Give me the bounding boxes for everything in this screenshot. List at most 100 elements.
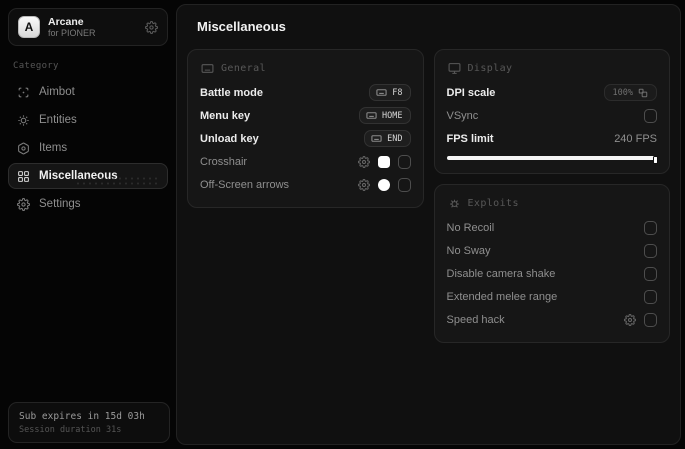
fps-limit-value: 240 FPS bbox=[614, 132, 657, 145]
right-column: Display DPI scale 100% VSync FPS limit 2… bbox=[433, 49, 670, 343]
vsync-row: VSync bbox=[446, 104, 657, 127]
no-recoil-label: No Recoil bbox=[446, 221, 495, 234]
page-title: Miscellaneous bbox=[197, 19, 286, 34]
disable-camera-shake-label: Disable camera shake bbox=[446, 267, 556, 280]
app-name: Arcane bbox=[48, 15, 84, 28]
sidebar-item-label: Miscellaneous bbox=[39, 170, 118, 182]
unload-key-key-label: END bbox=[387, 133, 403, 144]
sidebar: A Arcane for PIONER Category Aimbot Enti… bbox=[0, 0, 176, 449]
exploits-card-header: Exploits bbox=[448, 197, 658, 210]
monitor-icon bbox=[448, 62, 461, 75]
keyboard-icon bbox=[376, 87, 387, 98]
sidebar-item-items[interactable]: Items bbox=[8, 135, 168, 161]
fps-limit-label: FPS limit bbox=[446, 132, 494, 145]
sidebar-nav: Aimbot Entities Items Miscellaneous Sett… bbox=[8, 79, 168, 217]
exploits-card: Exploits No Recoil No Sway Disable camer… bbox=[433, 184, 670, 343]
exploits-card-title: Exploits bbox=[467, 198, 519, 209]
speed-hack-controls bbox=[624, 312, 657, 327]
vsync-label: VSync bbox=[446, 109, 479, 122]
bug-icon bbox=[448, 197, 461, 210]
keyboard-icon bbox=[201, 62, 214, 75]
crosshair-label: Crosshair bbox=[200, 155, 248, 168]
disable-camera-shake-checkbox[interactable] bbox=[644, 266, 657, 281]
settings-gear-icon[interactable] bbox=[145, 20, 158, 34]
sidebar-item-settings[interactable]: Settings bbox=[8, 191, 168, 217]
offscreen-arrows-row: Off-Screen arrows bbox=[200, 173, 411, 196]
offscreen-arrows-checkbox[interactable] bbox=[397, 177, 411, 192]
no-sway-label: No Sway bbox=[446, 244, 491, 257]
crosshair-checkbox[interactable] bbox=[397, 154, 411, 169]
display-card-title: Display bbox=[467, 63, 513, 74]
sidebar-item-aimbot[interactable]: Aimbot bbox=[8, 79, 168, 105]
scale-icon bbox=[638, 88, 648, 98]
session-duration-text: Session duration 31s bbox=[19, 425, 122, 435]
crosshair-settings-gear-icon[interactable] bbox=[357, 155, 370, 168]
offscreen-arrows-color-swatch[interactable] bbox=[377, 178, 390, 191]
no-recoil-checkbox[interactable] bbox=[644, 220, 657, 235]
unload-key-row: Unload key END bbox=[200, 127, 411, 150]
dpi-scale-value: 100% bbox=[612, 87, 633, 98]
entities-icon bbox=[17, 114, 30, 127]
extended-melee-range-label: Extended melee range bbox=[446, 290, 558, 303]
fps-limit-row: FPS limit 240 FPS bbox=[447, 127, 658, 150]
menu-key-keybind[interactable]: HOME bbox=[359, 107, 411, 124]
crosshair-scan-icon bbox=[17, 86, 30, 99]
sidebar-item-miscellaneous[interactable]: Miscellaneous bbox=[8, 163, 168, 189]
extended-melee-range-row: Extended melee range bbox=[446, 285, 657, 308]
no-recoil-row: No Recoil bbox=[446, 216, 657, 239]
slider-fill bbox=[446, 156, 658, 164]
sidebar-item-entities[interactable]: Entities bbox=[8, 107, 168, 133]
gear-icon bbox=[17, 197, 30, 211]
menu-key-row: Menu key HOME bbox=[200, 104, 411, 127]
dpi-scale-label: DPI scale bbox=[446, 86, 496, 99]
offscreen-arrows-settings-gear-icon[interactable] bbox=[357, 178, 370, 191]
general-card-title: General bbox=[221, 63, 266, 74]
battle-mode-label: Battle mode bbox=[200, 86, 263, 99]
battle-mode-row: Battle mode F8 bbox=[200, 81, 411, 104]
no-sway-checkbox[interactable] bbox=[644, 243, 657, 258]
speed-hack-row: Speed hack bbox=[446, 308, 657, 331]
offscreen-arrows-label: Off-Screen arrows bbox=[200, 178, 290, 191]
disable-camera-shake-row: Disable camera shake bbox=[446, 262, 657, 285]
sidebar-item-label: Items bbox=[39, 142, 68, 154]
subscription-info-card: Sub expires in 15d 03h Session duration … bbox=[8, 402, 170, 443]
sidebar-item-label: Aimbot bbox=[39, 86, 75, 98]
battle-mode-keybind[interactable]: F8 bbox=[369, 84, 411, 101]
box-icon bbox=[17, 142, 30, 155]
unload-key-label: Unload key bbox=[200, 132, 259, 145]
fps-limit-slider[interactable] bbox=[446, 154, 658, 164]
speed-hack-checkbox[interactable] bbox=[644, 312, 657, 327]
app-header-card: A Arcane for PIONER bbox=[8, 8, 168, 46]
left-column: General Battle mode F8 Menu key HOME Unl… bbox=[187, 49, 424, 208]
display-card: Display DPI scale 100% VSync FPS limit 2… bbox=[433, 49, 670, 174]
grid-icon bbox=[17, 170, 30, 183]
keyboard-icon bbox=[366, 110, 377, 121]
offscreen-arrows-controls bbox=[357, 177, 411, 192]
crosshair-controls bbox=[357, 154, 411, 169]
crosshair-color-swatch[interactable] bbox=[377, 155, 390, 168]
app-logo: A bbox=[18, 16, 40, 38]
content-columns: General Battle mode F8 Menu key HOME Unl… bbox=[187, 49, 670, 343]
main-panel: Miscellaneous General Battle mode F8 Men… bbox=[176, 4, 681, 445]
sidebar-item-label: Settings bbox=[39, 198, 81, 210]
speed-hack-label: Speed hack bbox=[446, 313, 505, 326]
app-subtitle: for PIONER bbox=[48, 27, 96, 38]
general-card-header: General bbox=[201, 62, 411, 75]
menu-key-label: Menu key bbox=[200, 109, 251, 122]
menu-key-key-label: HOME bbox=[382, 110, 403, 121]
slider-knob[interactable] bbox=[653, 156, 658, 164]
app-meta: Arcane for PIONER bbox=[48, 16, 137, 38]
no-sway-row: No Sway bbox=[446, 239, 657, 262]
vsync-checkbox[interactable] bbox=[644, 108, 657, 123]
unload-key-keybind[interactable]: END bbox=[364, 130, 411, 147]
keyboard-icon bbox=[371, 133, 382, 144]
speed-hack-settings-gear-icon[interactable] bbox=[624, 313, 636, 326]
dpi-scale-row: DPI scale 100% bbox=[446, 81, 657, 104]
dpi-scale-select[interactable]: 100% bbox=[603, 84, 657, 101]
category-label: Category bbox=[13, 61, 59, 71]
battle-mode-key-label: F8 bbox=[392, 87, 403, 98]
extended-melee-range-checkbox[interactable] bbox=[644, 289, 657, 304]
crosshair-row: Crosshair bbox=[200, 150, 411, 173]
sub-expiry-text: Sub expires in 15d 03h bbox=[19, 411, 145, 422]
sidebar-item-label: Entities bbox=[39, 114, 77, 126]
